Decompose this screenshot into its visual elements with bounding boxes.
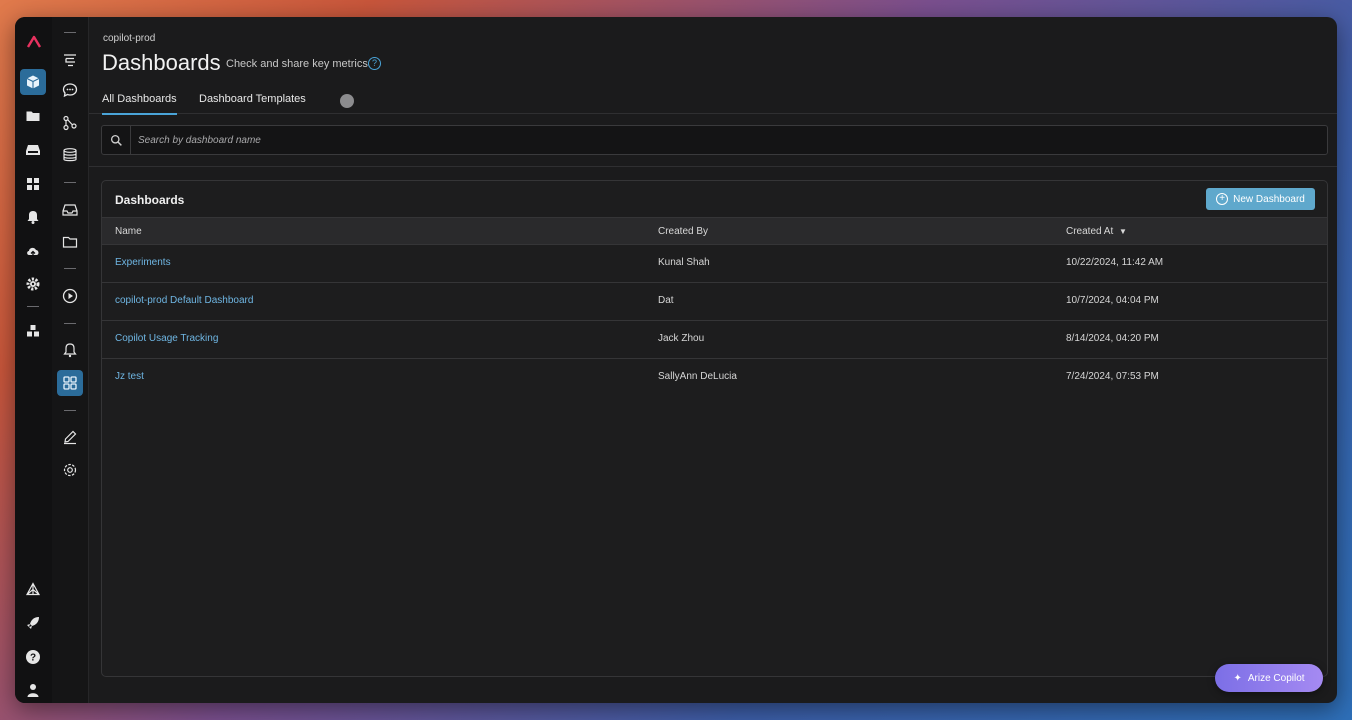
settings-icon[interactable] <box>57 457 83 483</box>
bell-icon[interactable] <box>57 337 83 363</box>
database-icon[interactable] <box>57 142 83 168</box>
search-input[interactable] <box>136 131 1040 150</box>
new-dashboard-label: New Dashboard <box>1233 193 1305 205</box>
folder-icon[interactable] <box>57 229 83 255</box>
settings-icon[interactable] <box>20 271 46 297</box>
inbox-icon[interactable] <box>57 197 83 223</box>
app-window: ? copilot-prod Dashboards Check and shar… <box>15 17 1337 703</box>
tab-dashboard-templates[interactable]: Dashboard Templates <box>199 93 306 113</box>
play-icon[interactable] <box>57 283 83 309</box>
created-by-cell: Jack Zhou <box>658 333 705 344</box>
divider <box>64 182 76 183</box>
divider <box>27 306 39 307</box>
created-at-cell: 8/14/2024, 04:20 PM <box>1066 333 1159 344</box>
created-by-cell: Kunal Shah <box>658 257 710 268</box>
help-icon[interactable]: ? <box>368 57 381 70</box>
search-bar <box>101 125 1328 155</box>
chat-icon[interactable] <box>57 77 83 103</box>
column-header-label: Created At <box>1066 226 1114 237</box>
divider <box>64 410 76 411</box>
dashboard-name-link[interactable]: Copilot Usage Tracking <box>115 333 218 344</box>
table-row: Jz test SallyAnn DeLucia 7/24/2024, 07:5… <box>102 358 1327 396</box>
bell-icon[interactable] <box>20 204 46 230</box>
table-row: copilot-prod Default Dashboard Dat 10/7/… <box>102 282 1327 321</box>
folder-icon[interactable] <box>20 103 46 129</box>
help-icon[interactable]: ? <box>20 644 46 670</box>
cloud-upload-icon[interactable] <box>20 238 46 264</box>
dashboards-panel: Dashboards + New Dashboard Name Created … <box>101 180 1328 677</box>
svg-text:?: ? <box>30 653 36 664</box>
copilot-label: Arize Copilot <box>1247 672 1305 684</box>
plus-circle-icon: + <box>1216 193 1229 205</box>
cube-icon[interactable] <box>20 69 46 95</box>
divider <box>64 32 76 33</box>
created-by-cell: Dat <box>658 295 674 306</box>
created-at-cell: 7/24/2024, 07:53 PM <box>1066 371 1159 382</box>
table-row: Copilot Usage Tracking Jack Zhou 8/14/20… <box>102 320 1327 359</box>
tab-all-dashboards[interactable]: All Dashboards <box>102 93 177 115</box>
dashboard-name-link[interactable]: Jz test <box>115 371 144 382</box>
created-at-cell: 10/22/2024, 11:42 AM <box>1066 257 1164 268</box>
primary-sidebar: ? <box>15 17 53 703</box>
cursor-dot-icon <box>340 94 354 108</box>
divider <box>64 323 76 324</box>
edit-icon[interactable] <box>57 424 83 450</box>
inbox-icon[interactable] <box>20 137 46 163</box>
panel-title: Dashboards <box>115 193 185 207</box>
user-icon[interactable] <box>20 677 46 703</box>
dashboard-name-link[interactable]: copilot-prod Default Dashboard <box>115 295 253 306</box>
table-header: Name Created By Created At ▼ <box>102 217 1327 245</box>
created-by-cell: SallyAnn DeLucia <box>658 371 737 382</box>
arize-logo-icon[interactable] <box>21 29 47 55</box>
divider <box>89 166 1337 167</box>
column-header-created-at[interactable]: Created At ▼ <box>1066 226 1127 237</box>
tracing-icon[interactable] <box>57 47 83 73</box>
main-content: copilot-prod Dashboards Check and share … <box>89 17 1337 703</box>
dashboards-icon[interactable] <box>57 370 83 396</box>
arize-copilot-button[interactable]: ✦ Arize Copilot <box>1215 664 1323 692</box>
puzzle-icon[interactable] <box>20 318 46 344</box>
search-icon <box>102 126 131 154</box>
rocket-icon[interactable] <box>20 610 46 636</box>
flow-icon[interactable] <box>57 110 83 136</box>
sparkle-icon: ✦ <box>1233 672 1242 684</box>
tab-bar: All Dashboards Dashboard Templates <box>89 87 1337 115</box>
network-icon[interactable] <box>20 577 46 603</box>
dashboard-name-link[interactable]: Experiments <box>115 257 171 268</box>
page-title: Dashboards <box>102 50 221 75</box>
sort-desc-icon: ▼ <box>1119 227 1127 236</box>
secondary-sidebar <box>52 17 89 703</box>
column-header-name[interactable]: Name <box>115 226 142 237</box>
column-header-created-by[interactable]: Created By <box>658 226 708 237</box>
new-dashboard-button[interactable]: + New Dashboard <box>1206 188 1315 210</box>
breadcrumb[interactable]: copilot-prod <box>103 33 155 44</box>
created-at-cell: 10/7/2024, 04:04 PM <box>1066 295 1159 306</box>
grid-icon[interactable] <box>20 171 46 197</box>
page-subtitle: Check and share key metrics <box>226 58 368 70</box>
divider <box>64 268 76 269</box>
table-row: Experiments Kunal Shah 10/22/2024, 11:42… <box>102 244 1327 283</box>
